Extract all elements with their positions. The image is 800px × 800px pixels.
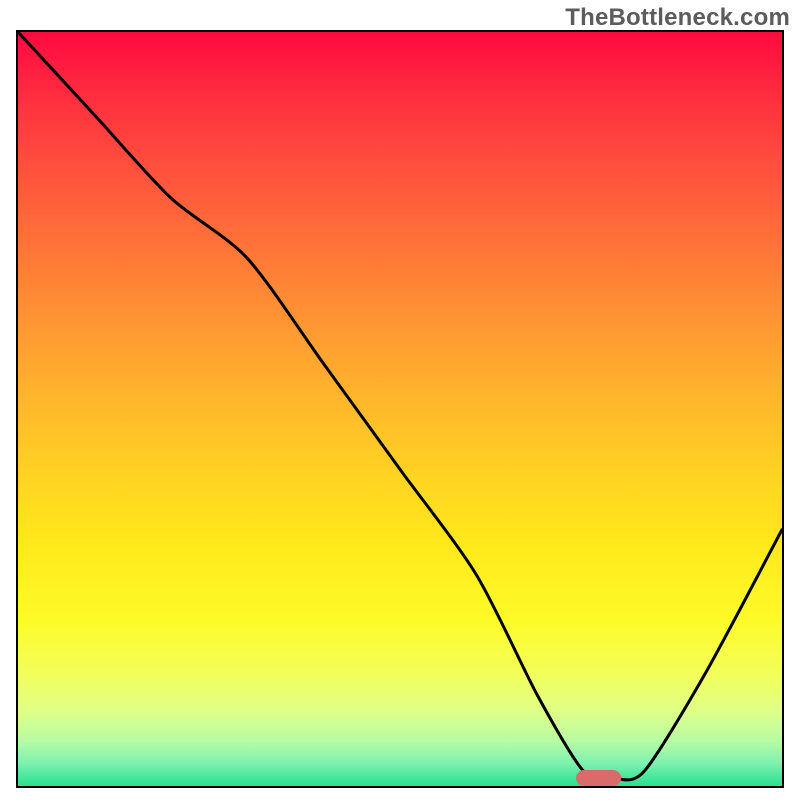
watermark-text: TheBottleneck.com [565,4,790,32]
optimal-range-marker [576,770,622,786]
plot-area [16,30,784,788]
bottleneck-gradient-background [18,32,782,786]
chart-stage: TheBottleneck.com [0,0,800,800]
